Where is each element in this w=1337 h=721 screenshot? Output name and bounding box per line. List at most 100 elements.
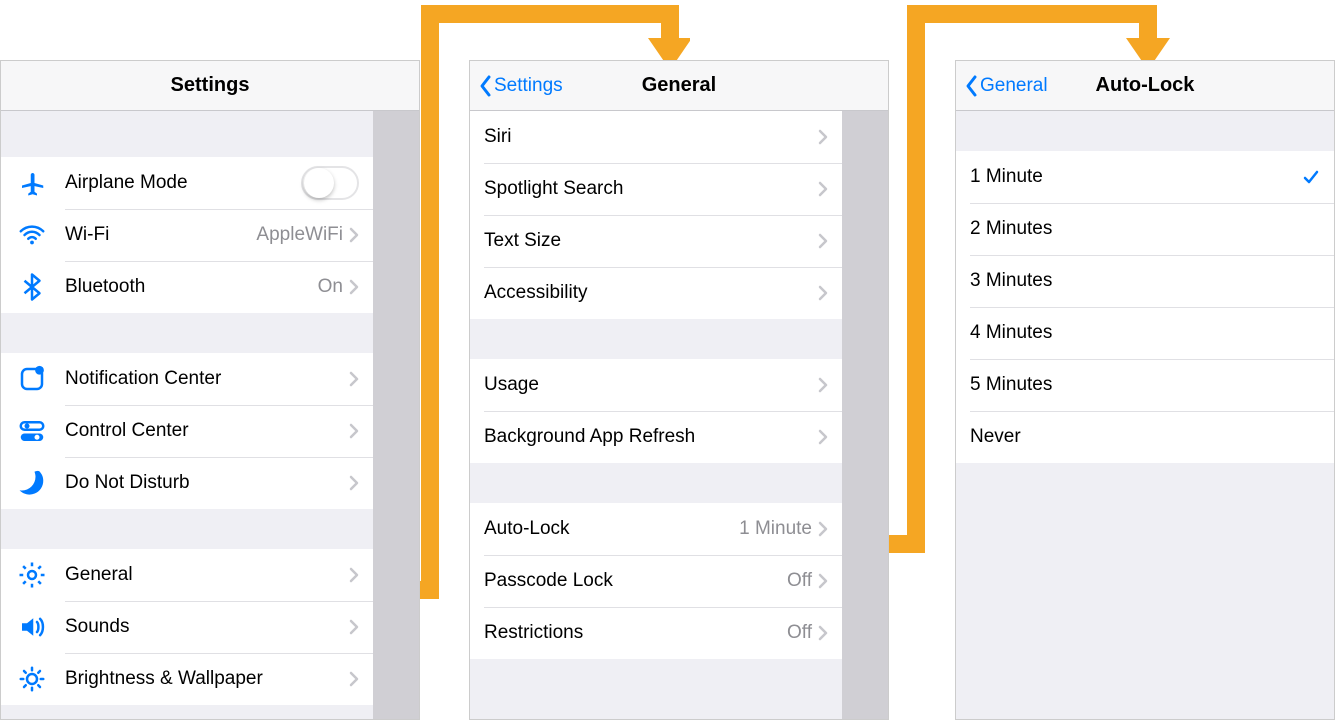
option-5-minutes[interactable]: 5 Minutes (956, 359, 1334, 411)
usage-row[interactable]: Usage (470, 359, 842, 411)
back-label: Settings (494, 75, 563, 97)
general-panel: Settings General Siri Spotlight Search T… (469, 60, 889, 720)
option-3-minutes[interactable]: 3 Minutes (956, 255, 1334, 307)
do-not-disturb-icon (15, 466, 49, 500)
sounds-icon (15, 610, 49, 644)
auto-lock-options: 1 Minute 2 Minutes 3 Minutes 4 Minutes 5… (956, 151, 1334, 463)
chevron-right-icon (349, 475, 359, 491)
chevron-right-icon (349, 619, 359, 635)
option-label: 1 Minute (970, 166, 1302, 188)
notification-center-icon (15, 362, 49, 396)
restrictions-label: Restrictions (484, 622, 787, 644)
airplane-mode-row[interactable]: Airplane Mode (1, 157, 373, 209)
notification-center-row[interactable]: Notification Center (1, 353, 373, 405)
spotlight-search-row[interactable]: Spotlight Search (470, 163, 842, 215)
settings-group-2: Notification Center Control Center Do No… (1, 353, 373, 509)
settings-panel: Settings Airplane Mode Wi-Fi AppleWiFi B… (0, 60, 420, 720)
do-not-disturb-label: Do Not Disturb (65, 472, 349, 494)
gear-icon (15, 558, 49, 592)
option-never[interactable]: Never (956, 411, 1334, 463)
general-header: Settings General (470, 61, 888, 111)
siri-label: Siri (484, 126, 818, 148)
auto-lock-row[interactable]: Auto-Lock 1 Minute (470, 503, 842, 555)
chevron-left-icon (478, 74, 492, 98)
chevron-right-icon (818, 377, 828, 393)
bluetooth-label: Bluetooth (65, 276, 318, 298)
chevron-right-icon (349, 371, 359, 387)
restrictions-row[interactable]: Restrictions Off (470, 607, 842, 659)
group-gap (1, 313, 419, 353)
chevron-right-icon (349, 567, 359, 583)
chevron-right-icon (818, 625, 828, 641)
background-app-refresh-label: Background App Refresh (484, 426, 818, 448)
back-label: General (980, 75, 1048, 97)
airplane-mode-toggle[interactable] (301, 166, 359, 200)
group-gap (956, 111, 1334, 151)
control-center-row[interactable]: Control Center (1, 405, 373, 457)
bluetooth-row[interactable]: Bluetooth On (1, 261, 373, 313)
text-size-row[interactable]: Text Size (470, 215, 842, 267)
chevron-right-icon (349, 227, 359, 243)
text-size-label: Text Size (484, 230, 818, 252)
accessibility-label: Accessibility (484, 282, 818, 304)
chevron-left-icon (964, 74, 978, 98)
usage-label: Usage (484, 374, 818, 396)
brightness-wallpaper-row[interactable]: Brightness & Wallpaper (1, 653, 373, 705)
chevron-right-icon (818, 285, 828, 301)
general-group-1: Siri Spotlight Search Text Size Accessib… (470, 111, 842, 319)
accessibility-row[interactable]: Accessibility (470, 267, 842, 319)
control-center-icon (15, 414, 49, 448)
auto-lock-label: Auto-Lock (484, 518, 739, 540)
sidebar-shade (842, 61, 888, 719)
chevron-right-icon (818, 429, 828, 445)
back-to-settings-button[interactable]: Settings (470, 74, 563, 98)
option-label: Never (970, 426, 1320, 448)
chevron-right-icon (818, 129, 828, 145)
spotlight-search-label: Spotlight Search (484, 178, 818, 200)
bluetooth-icon (15, 270, 49, 304)
general-label: General (65, 564, 349, 586)
general-row[interactable]: General (1, 549, 373, 601)
checkmark-icon (1302, 168, 1320, 186)
option-4-minutes[interactable]: 4 Minutes (956, 307, 1334, 359)
chevron-right-icon (349, 671, 359, 687)
wifi-row[interactable]: Wi-Fi AppleWiFi (1, 209, 373, 261)
airplane-icon (15, 166, 49, 200)
option-label: 2 Minutes (970, 218, 1320, 240)
chevron-right-icon (818, 181, 828, 197)
chevron-right-icon (818, 233, 828, 249)
group-gap (1, 509, 419, 549)
auto-lock-value: 1 Minute (739, 518, 812, 540)
sounds-label: Sounds (65, 616, 349, 638)
bluetooth-value: On (318, 276, 343, 298)
passcode-lock-row[interactable]: Passcode Lock Off (470, 555, 842, 607)
sidebar-shade (373, 61, 419, 719)
group-gap (470, 319, 888, 359)
general-group-2: Usage Background App Refresh (470, 359, 842, 463)
control-center-label: Control Center (65, 420, 349, 442)
option-1-minute[interactable]: 1 Minute (956, 151, 1334, 203)
wifi-value: AppleWiFi (256, 224, 343, 246)
settings-title: Settings (1, 74, 419, 97)
brightness-wallpaper-label: Brightness & Wallpaper (65, 668, 349, 690)
group-gap (1, 111, 419, 157)
back-to-general-button[interactable]: General (956, 74, 1048, 98)
chevron-right-icon (818, 573, 828, 589)
option-label: 4 Minutes (970, 322, 1320, 344)
settings-header: Settings (1, 61, 419, 111)
option-label: 3 Minutes (970, 270, 1320, 292)
wifi-icon (15, 218, 49, 252)
do-not-disturb-row[interactable]: Do Not Disturb (1, 457, 373, 509)
option-label: 5 Minutes (970, 374, 1320, 396)
sounds-row[interactable]: Sounds (1, 601, 373, 653)
wifi-label: Wi-Fi (65, 224, 256, 246)
brightness-icon (15, 662, 49, 696)
siri-row[interactable]: Siri (470, 111, 842, 163)
chevron-right-icon (349, 279, 359, 295)
restrictions-value: Off (787, 622, 812, 644)
settings-group-1: Airplane Mode Wi-Fi AppleWiFi Bluetooth … (1, 157, 373, 313)
airplane-mode-label: Airplane Mode (65, 172, 301, 194)
chevron-right-icon (818, 521, 828, 537)
option-2-minutes[interactable]: 2 Minutes (956, 203, 1334, 255)
background-app-refresh-row[interactable]: Background App Refresh (470, 411, 842, 463)
